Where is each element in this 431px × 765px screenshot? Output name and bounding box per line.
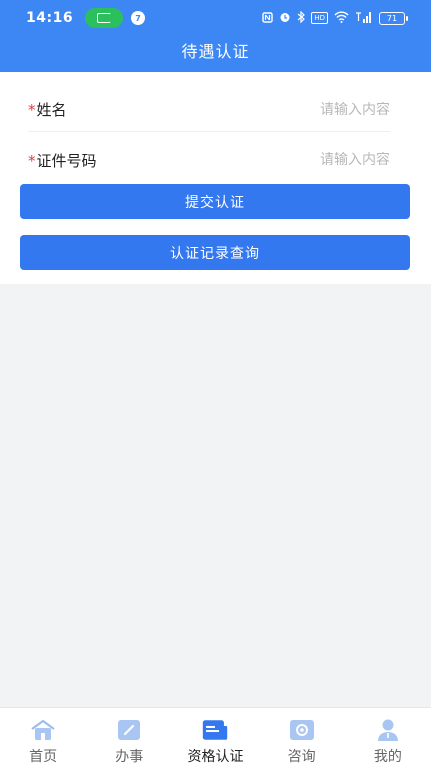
user-icon: [375, 718, 401, 742]
battery-icon: 71: [379, 11, 408, 25]
status-bar: 14:16 7 HD 71: [0, 0, 431, 36]
auth-form-panel: *姓名 *证件号码 提交认证 认证记录查询: [0, 72, 431, 284]
tab-consult[interactable]: 咨询: [259, 708, 345, 765]
app-header: 14:16 7 HD 71 待遇认证: [0, 0, 431, 72]
required-mark: *: [28, 101, 36, 119]
tab-home[interactable]: 首页: [0, 708, 86, 765]
tab-label: 首页: [29, 749, 58, 765]
submit-auth-button[interactable]: 提交认证: [20, 184, 410, 219]
bluetooth-icon: [297, 10, 306, 25]
consult-icon: [289, 718, 315, 742]
home-icon: [30, 718, 56, 742]
signal-icon: [355, 11, 373, 25]
cast-pill-icon: [85, 8, 124, 28]
tab-services[interactable]: 办事: [86, 708, 172, 765]
alarm-icon: [279, 11, 291, 25]
notification-badge: 7: [131, 11, 146, 25]
required-mark: *: [28, 151, 36, 170]
auth-records-button[interactable]: 认证记录查询: [20, 235, 410, 270]
hd-icon: HD: [311, 12, 328, 24]
tab-label: 办事: [115, 749, 144, 765]
tab-qualification[interactable]: 资格认证: [172, 708, 258, 765]
status-icons: HD 71: [262, 10, 408, 25]
id-number-field-row: *证件号码: [28, 138, 390, 182]
tab-mine[interactable]: 我的: [345, 708, 431, 765]
name-input[interactable]: [190, 101, 390, 118]
tab-label: 我的: [373, 749, 402, 765]
wifi-icon: [334, 11, 349, 25]
tab-label: 资格认证: [187, 749, 244, 765]
id-number-input[interactable]: [190, 152, 390, 168]
edit-icon: [116, 718, 142, 742]
tab-label: 咨询: [287, 749, 316, 765]
name-label: *姓名: [28, 101, 67, 119]
certificate-icon: [202, 718, 228, 742]
name-field-row: *姓名: [28, 88, 390, 132]
id-number-label: *证件号码: [28, 151, 97, 170]
nfc-icon: [262, 11, 274, 25]
page-title: 待遇认证: [181, 42, 250, 61]
bottom-tab-bar: 首页 办事 资格认证 咨询 我的: [0, 707, 431, 765]
status-time: 14:16: [26, 10, 74, 26]
